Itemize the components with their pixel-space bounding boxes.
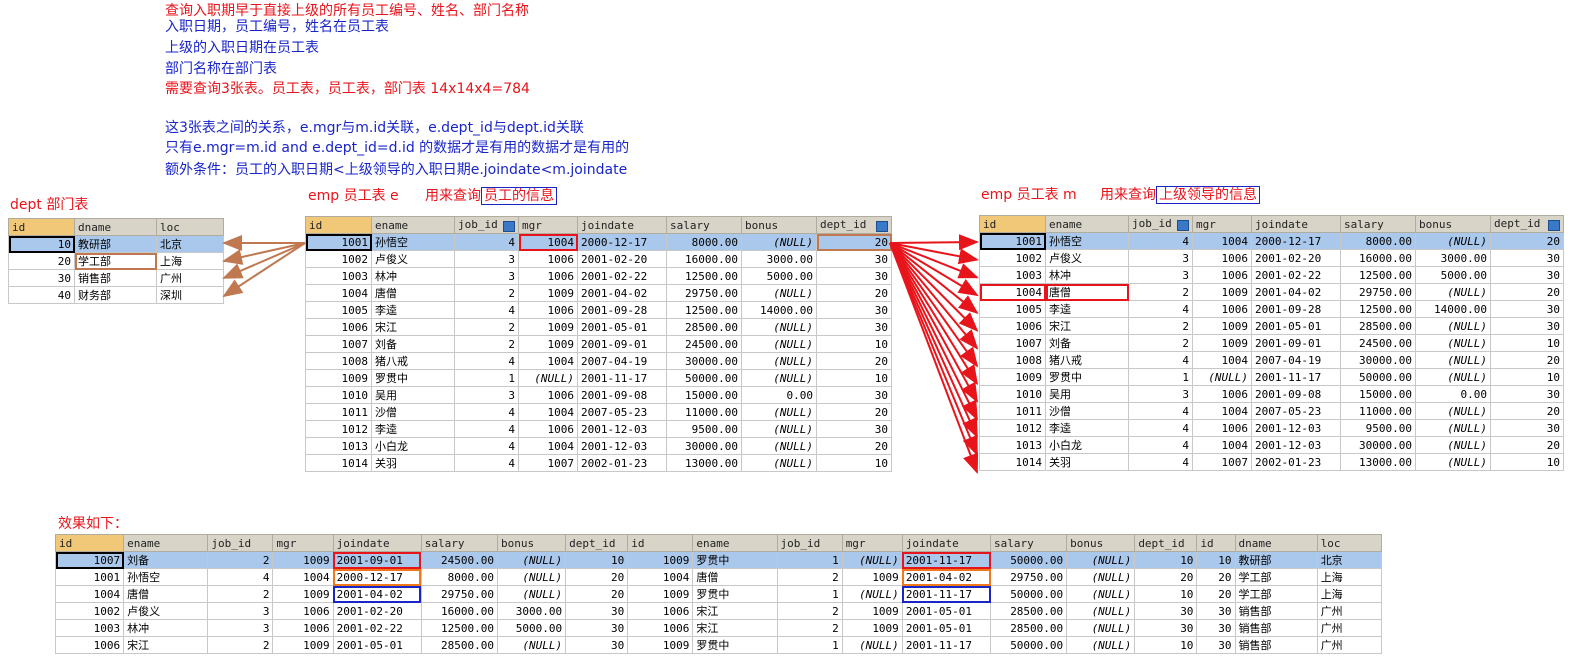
- join-arrow: [889, 234, 979, 251]
- join-arrows: [222, 234, 979, 474]
- mgr-join-arrows: [889, 234, 979, 474]
- join-arrow: [222, 242, 306, 298]
- dept-join-arrows: [222, 235, 306, 298]
- join-arrow: [889, 242, 979, 386]
- join-arrow: [222, 242, 306, 279]
- join-arrow: [889, 242, 978, 404]
